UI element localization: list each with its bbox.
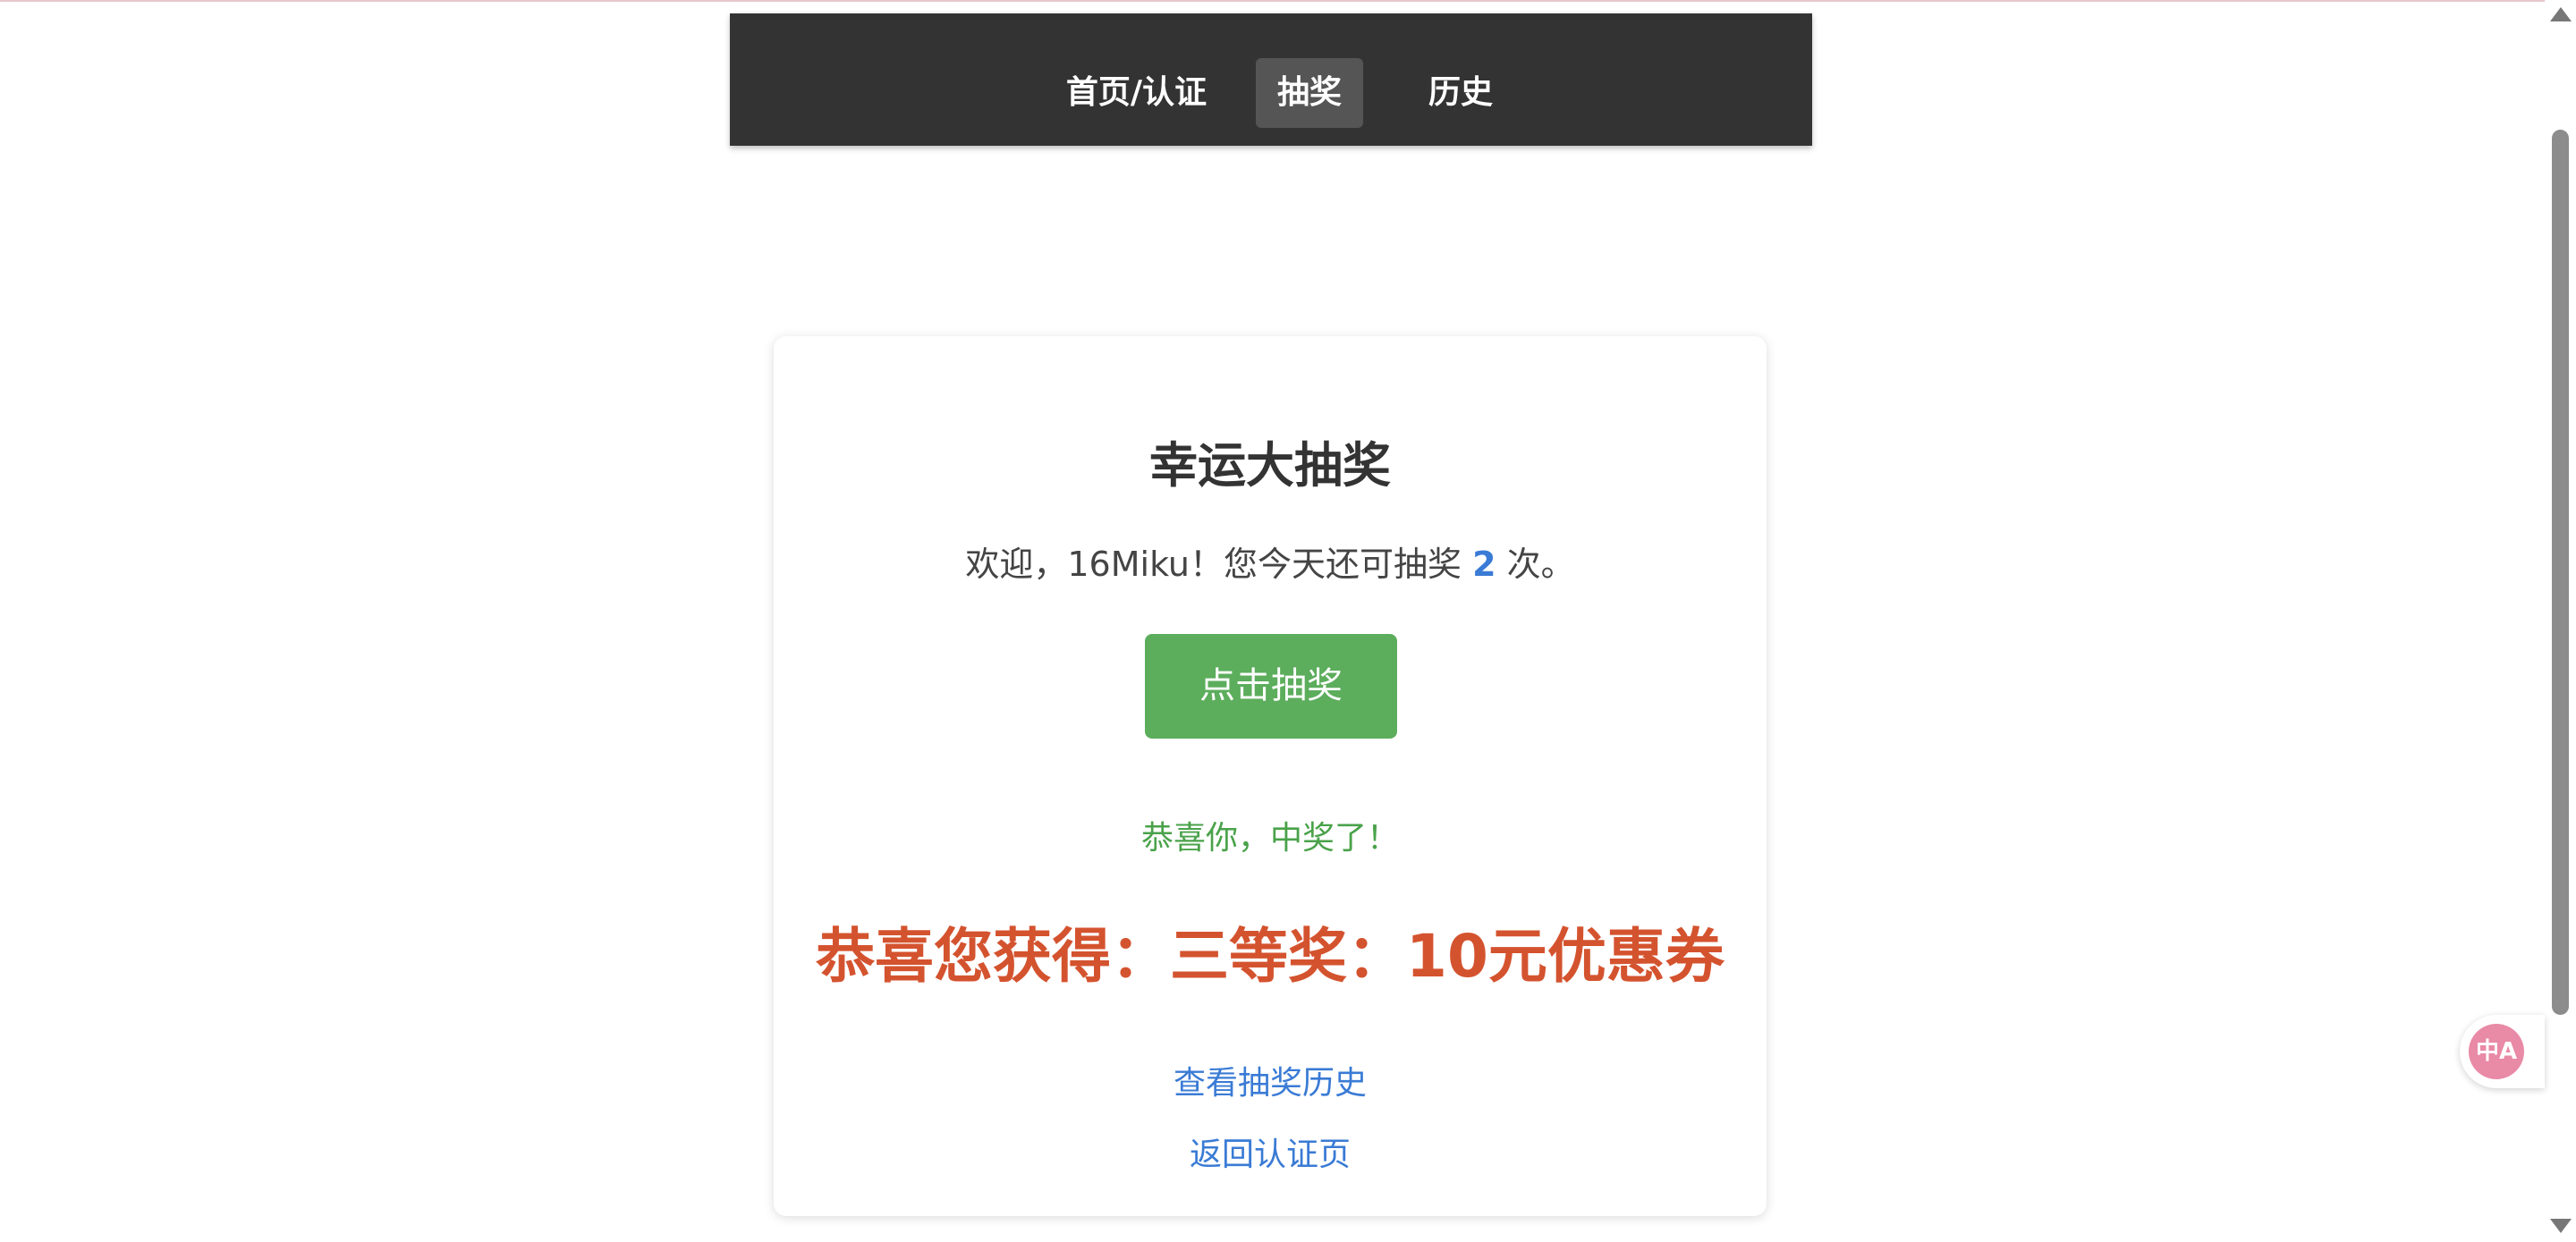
nav-item-home-auth[interactable]: 首页/认证	[1036, 58, 1237, 128]
remaining-count: 2	[1472, 545, 1496, 584]
draw-button[interactable]: 点击抽奖	[1145, 634, 1397, 739]
card-title: 幸运大抽奖	[1149, 437, 1391, 494]
congrats-message: 恭喜你，中奖了！	[1140, 820, 1399, 857]
welcome-prefix: 欢迎，16Miku！您今天还可抽奖	[965, 545, 1473, 584]
scroll-down-arrow-icon[interactable]	[2550, 1219, 2572, 1233]
vertical-scrollbar[interactable]	[2545, 0, 2576, 1242]
page: 首页/认证 抽奖 历史 幸运大抽奖 欢迎，16Miku！您今天还可抽奖 2 次。…	[0, 0, 2576, 1242]
scroll-up-arrow-icon[interactable]	[2550, 7, 2572, 21]
back-to-auth-link[interactable]: 返回认证页	[774, 1128, 1767, 1175]
nav-item-history[interactable]: 历史	[1411, 58, 1510, 128]
prize-result: 恭喜您获得：三等奖：10元优惠券	[816, 922, 1724, 991]
nav-item-lottery[interactable]: 抽奖	[1256, 58, 1363, 128]
translate-float-tab[interactable]: 中A	[2460, 1015, 2545, 1088]
view-history-link[interactable]: 查看抽奖历史	[774, 1057, 1767, 1103]
lottery-card: 幸运大抽奖 欢迎，16Miku！您今天还可抽奖 2 次。 点击抽奖 恭喜你，中奖…	[774, 336, 1767, 1216]
welcome-suffix: 次。	[1496, 545, 1575, 584]
top-divider	[0, 0, 2576, 2]
scrollbar-thumb[interactable]	[2552, 130, 2569, 1015]
top-navbar: 首页/认证 抽奖 历史	[730, 13, 1812, 146]
translate-icon[interactable]: 中A	[2469, 1024, 2524, 1079]
welcome-message: 欢迎，16Miku！您今天还可抽奖 2 次。	[774, 537, 1767, 586]
